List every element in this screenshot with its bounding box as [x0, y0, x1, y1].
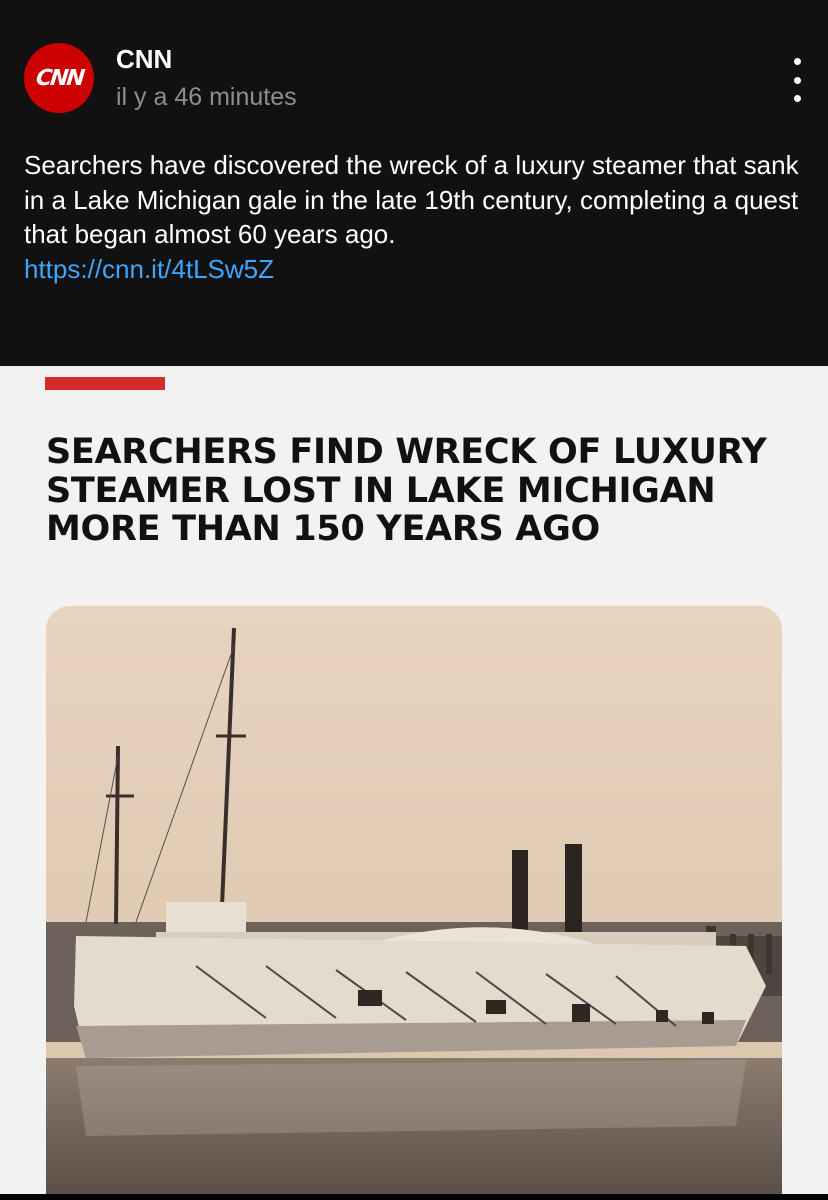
post-header: CNN CNN il y a 46 minutes Searchers have… [0, 0, 828, 366]
more-vertical-icon [793, 58, 801, 65]
article-preview-card[interactable]: SEARCHERS FIND WRECK OF LUXURY STEAMER L… [0, 366, 828, 1194]
more-vertical-icon-dot [793, 95, 801, 102]
headline-line: MORE THAN 150 YEARS AGO [46, 509, 600, 549]
cnn-logo-text: CNN [34, 65, 84, 91]
article-headline: SEARCHERS FIND WRECK OF LUXURY STEAMER L… [46, 433, 806, 549]
steamer-photo [46, 606, 782, 1194]
headline-line: STEAMER LOST IN LAKE MICHIGAN [46, 470, 716, 511]
bottom-edge [0, 1194, 828, 1200]
accent-bar [45, 377, 165, 390]
post-caption: Searchers have discovered the wreck of a… [24, 148, 814, 286]
more-options-button[interactable] [782, 58, 812, 102]
cnn-avatar[interactable]: CNN [24, 43, 94, 113]
author-name[interactable]: CNN [116, 44, 172, 75]
post-timestamp: il y a 46 minutes [116, 83, 297, 111]
article-link[interactable]: https://cnn.it/4tLSw5Z [24, 252, 814, 287]
more-vertical-icon-dot [793, 76, 801, 84]
caption-text: Searchers have discovered the wreck of a… [24, 150, 799, 249]
headline-line: SEARCHERS FIND WRECK OF LUXURY [46, 432, 767, 472]
steamer-illustration [46, 606, 782, 1194]
